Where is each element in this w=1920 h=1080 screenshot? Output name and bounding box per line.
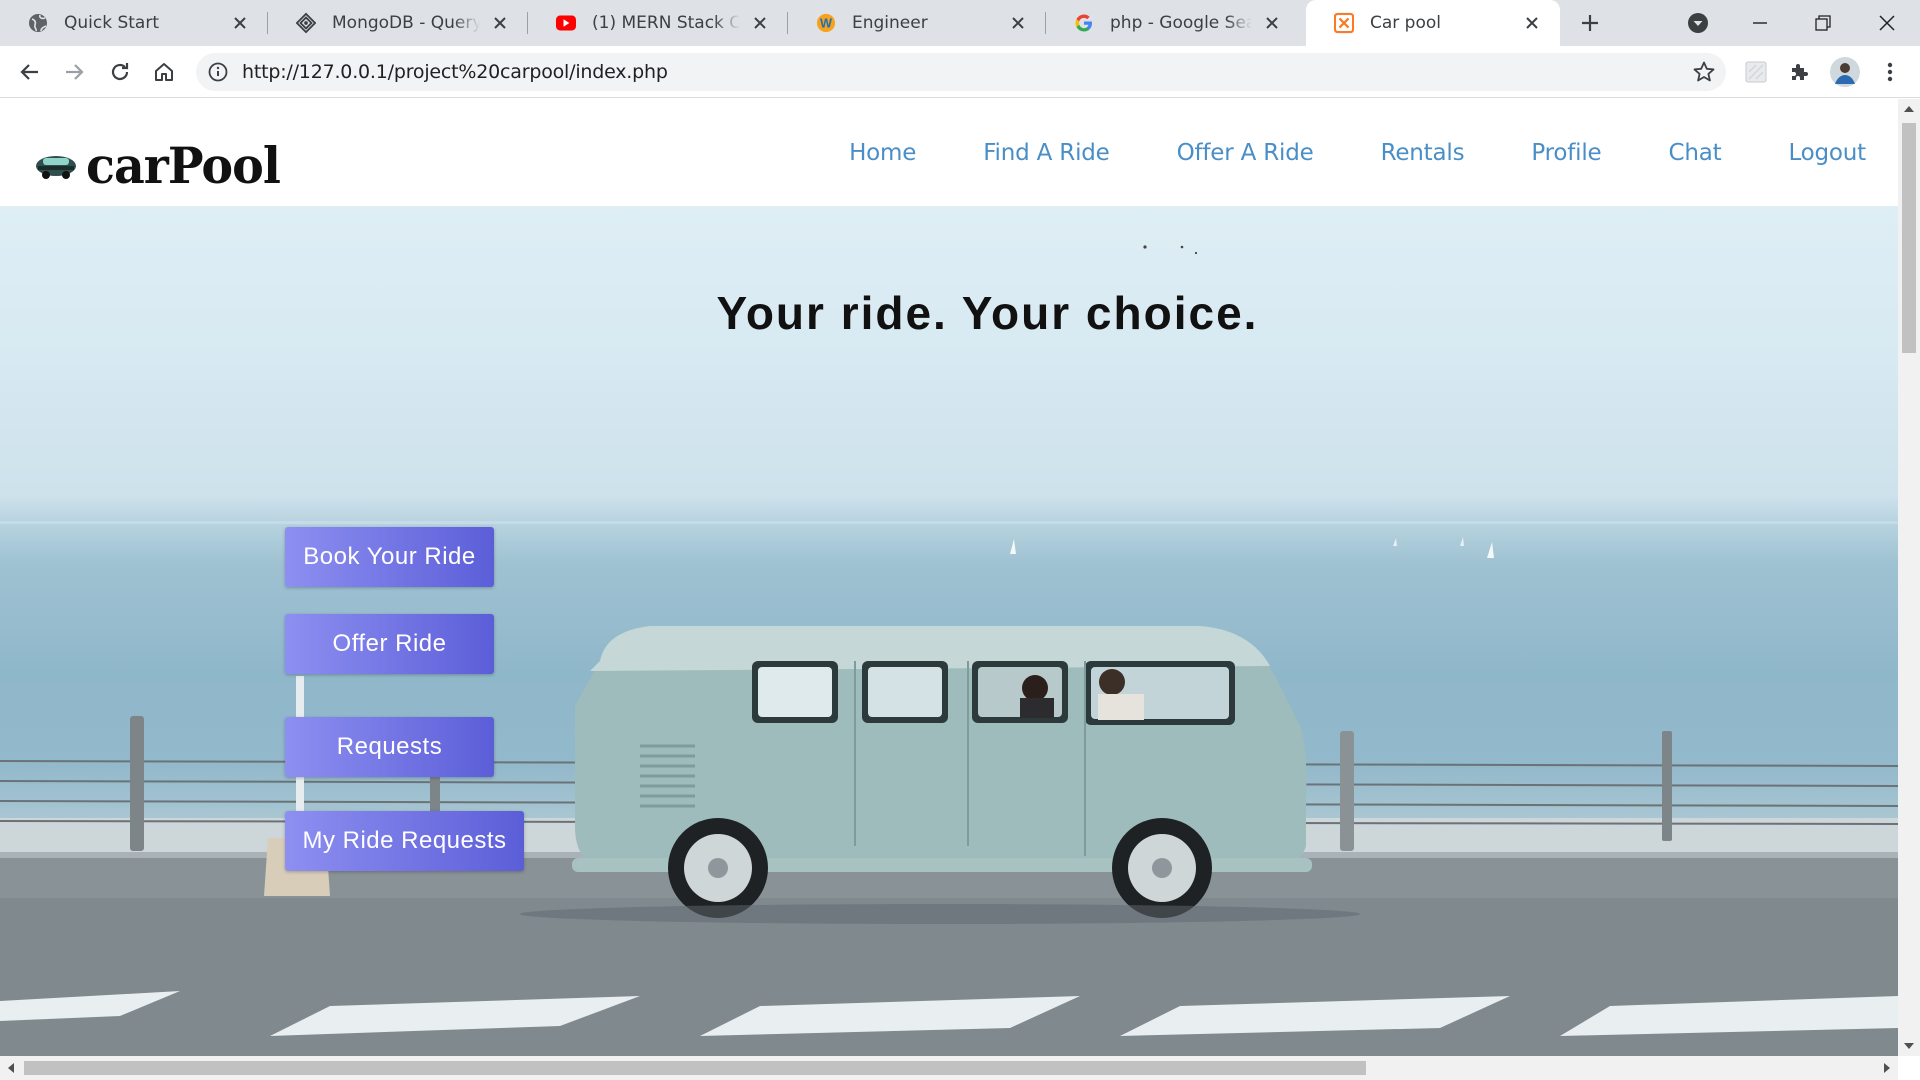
close-tab-icon[interactable]	[748, 11, 772, 35]
book-your-ride-button[interactable]: Book Your Ride	[285, 527, 494, 587]
mongodb-icon	[296, 12, 316, 34]
scroll-down-arrow-icon[interactable]	[1903, 1042, 1915, 1050]
site-header: carPool Home Find A Ride Offer A Ride Re…	[0, 99, 1898, 206]
nav-rentals[interactable]: Rentals	[1381, 140, 1465, 166]
browser-tab-car-pool[interactable]: Car pool	[1306, 0, 1560, 46]
close-window-icon[interactable]	[1872, 8, 1902, 38]
close-tab-icon[interactable]	[488, 11, 512, 35]
globe-icon	[28, 13, 48, 33]
browser-tab-strip: Quick Start MongoDB - Query Documents (1…	[0, 0, 1920, 46]
restore-window-icon[interactable]	[1808, 8, 1838, 38]
main-navigation: Home Find A Ride Offer A Ride Rentals Pr…	[782, 99, 1866, 206]
scroll-right-arrow-icon[interactable]	[1883, 1062, 1891, 1074]
tab-search-icon[interactable]	[1683, 8, 1713, 38]
tab-title: MongoDB - Query Documents	[332, 13, 480, 33]
vertical-scrollbar-thumb[interactable]	[1902, 123, 1916, 353]
tab-title: php - Google Search	[1110, 13, 1252, 33]
browser-tab-engineer[interactable]: W Engineer	[788, 0, 1046, 46]
browser-toolbar: http://127.0.0.1/project%20carpool/index…	[0, 46, 1920, 98]
browser-tab-quick-start[interactable]: Quick Start	[0, 0, 268, 46]
hero-title: Your ride. Your choice.	[716, 287, 1259, 339]
nav-find-a-ride[interactable]: Find A Ride	[983, 140, 1110, 166]
page-viewport: carPool Home Find A Ride Offer A Ride Re…	[0, 99, 1898, 1056]
nav-offer-a-ride[interactable]: Offer A Ride	[1177, 140, 1314, 166]
car-logo-icon	[34, 149, 78, 183]
back-icon[interactable]	[14, 56, 46, 88]
xampp-icon	[1334, 12, 1354, 34]
minimize-window-icon[interactable]	[1745, 8, 1775, 38]
profile-avatar[interactable]	[1829, 56, 1861, 88]
close-tab-icon[interactable]	[1260, 11, 1284, 35]
url-text[interactable]: http://127.0.0.1/project%20carpool/index…	[242, 61, 668, 83]
hero-section: Your ride. Your choice. Book Your Ride O…	[0, 206, 1898, 1056]
forward-icon[interactable]	[58, 56, 90, 88]
scroll-left-arrow-icon[interactable]	[7, 1062, 15, 1074]
nav-chat[interactable]: Chat	[1668, 140, 1721, 166]
browser-menu-icon[interactable]	[1874, 56, 1906, 88]
google-icon	[1074, 13, 1094, 33]
offer-ride-button[interactable]: Offer Ride	[285, 614, 494, 674]
vertical-scrollbar[interactable]	[1898, 99, 1920, 1056]
horizontal-scrollbar[interactable]	[0, 1056, 1898, 1080]
requests-button[interactable]: Requests	[285, 717, 494, 777]
nav-home[interactable]: Home	[849, 140, 916, 166]
reload-icon[interactable]	[104, 56, 136, 88]
my-ride-requests-button[interactable]: My Ride Requests	[285, 811, 524, 871]
horizontal-scrollbar-thumb[interactable]	[24, 1061, 1366, 1075]
site-info-icon[interactable]	[208, 62, 228, 82]
close-tab-icon[interactable]	[228, 11, 252, 35]
tab-title: Car pool	[1370, 13, 1512, 33]
new-tab-icon[interactable]	[1575, 8, 1605, 38]
nav-logout[interactable]: Logout	[1788, 140, 1866, 166]
bookmark-star-icon[interactable]	[1692, 60, 1716, 84]
tab-title: (1) MERN Stack Course	[592, 13, 740, 33]
youtube-icon	[556, 13, 576, 33]
site-logo[interactable]: carPool	[34, 136, 290, 195]
logo-text: carPool	[86, 136, 281, 195]
svg-text:W: W	[820, 16, 832, 31]
wordpress-icon: W	[816, 13, 836, 33]
extension-placeholder-icon[interactable]	[1740, 56, 1772, 88]
browser-tab-youtube[interactable]: (1) MERN Stack Course	[528, 0, 788, 46]
address-bar[interactable]: http://127.0.0.1/project%20carpool/index…	[196, 53, 1726, 91]
scroll-up-arrow-icon[interactable]	[1903, 105, 1915, 113]
browser-tab-mongodb[interactable]: MongoDB - Query Documents	[268, 0, 528, 46]
close-tab-icon[interactable]	[1006, 11, 1030, 35]
tab-title: Engineer	[852, 13, 998, 33]
extensions-puzzle-icon[interactable]	[1784, 56, 1816, 88]
nav-profile[interactable]: Profile	[1531, 140, 1601, 166]
home-icon[interactable]	[148, 56, 180, 88]
tab-title: Quick Start	[64, 13, 220, 33]
close-tab-icon[interactable]	[1520, 11, 1544, 35]
browser-tab-google[interactable]: php - Google Search	[1046, 0, 1300, 46]
